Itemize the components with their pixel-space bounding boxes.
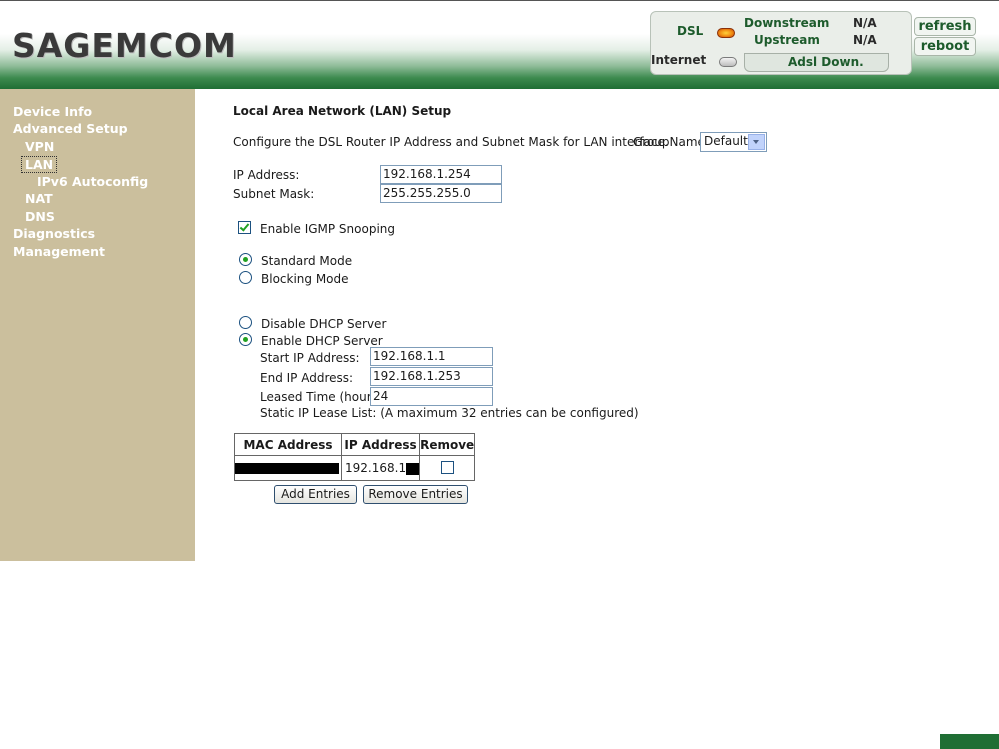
static-lease-list-label: Static IP Lease List: (A maximum 32 entr… bbox=[260, 406, 639, 420]
col-mac-address: MAC Address bbox=[234, 433, 342, 456]
line-status-text: Adsl Down. bbox=[788, 55, 864, 69]
standard-mode-radio-icon[interactable] bbox=[239, 253, 252, 266]
subnet-mask-input[interactable]: 255.255.255.0 bbox=[380, 184, 502, 203]
dsl-label: DSL bbox=[677, 24, 704, 38]
header-banner: SAGEMCOM DSL Downstream N/A Upstream N/A… bbox=[0, 0, 999, 89]
ip-address-label: IP Address: bbox=[233, 168, 300, 182]
sidebar-nav: Device Info Advanced Setup VPN LAN IPv6 … bbox=[0, 89, 195, 561]
group-name-select[interactable]: Default bbox=[700, 132, 767, 152]
nav-device-info[interactable]: Device Info bbox=[13, 104, 92, 119]
remove-checkbox-icon[interactable] bbox=[441, 461, 455, 474]
igmp-label: Enable IGMP Snooping bbox=[260, 222, 396, 236]
disable-dhcp-radio-icon[interactable] bbox=[239, 316, 252, 329]
ip-address-input[interactable]: 192.168.1.254 bbox=[380, 165, 502, 184]
enable-dhcp-radio-icon[interactable] bbox=[239, 333, 252, 346]
upstream-value: N/A bbox=[853, 33, 877, 47]
group-name-label: GroupName bbox=[633, 135, 705, 149]
remove-entries-button[interactable]: Remove Entries bbox=[363, 485, 468, 504]
group-name-value: Default bbox=[704, 134, 748, 148]
redacted-ip-icon bbox=[406, 462, 420, 475]
remove-cell bbox=[419, 455, 476, 481]
subnet-mask-label: Subnet Mask: bbox=[233, 187, 315, 201]
internet-label: Internet bbox=[651, 53, 707, 67]
enable-dhcp-label: Enable DHCP Server bbox=[261, 334, 383, 348]
end-ip-label: End IP Address: bbox=[260, 371, 354, 385]
nav-ipv6-autoconfig[interactable]: IPv6 Autoconfig bbox=[37, 174, 148, 189]
nav-dns[interactable]: DNS bbox=[25, 209, 55, 224]
end-ip-input[interactable]: 192.168.1.253 bbox=[370, 367, 493, 386]
reboot-button[interactable]: reboot bbox=[914, 37, 976, 56]
redacted-mac-icon bbox=[235, 463, 339, 474]
ip-cell-text: 192.168.1 bbox=[345, 461, 407, 475]
refresh-button[interactable]: refresh bbox=[914, 17, 976, 36]
mac-cell bbox=[234, 455, 342, 481]
static-lease-table: MAC Address IP Address Remove 192.168.1 bbox=[234, 433, 476, 481]
downstream-label: Downstream bbox=[744, 16, 830, 30]
nav-advanced-setup[interactable]: Advanced Setup bbox=[13, 121, 128, 136]
table-header-row: MAC Address IP Address Remove bbox=[234, 433, 476, 456]
igmp-checkbox-icon[interactable] bbox=[238, 221, 251, 234]
downstream-value: N/A bbox=[853, 16, 877, 30]
lease-time-input[interactable]: 24 bbox=[370, 387, 493, 406]
disable-dhcp-label: Disable DHCP Server bbox=[261, 317, 387, 331]
internet-led-icon bbox=[719, 57, 737, 67]
blocking-mode-label: Blocking Mode bbox=[261, 272, 349, 286]
nav-vpn[interactable]: VPN bbox=[25, 139, 54, 154]
page-title: Local Area Network (LAN) Setup bbox=[233, 104, 452, 118]
add-entries-button[interactable]: Add Entries bbox=[274, 485, 357, 504]
blocking-mode-radio-icon[interactable] bbox=[239, 271, 252, 284]
nav-management[interactable]: Management bbox=[13, 244, 105, 259]
standard-mode-label: Standard Mode bbox=[261, 254, 353, 268]
upstream-label: Upstream bbox=[754, 33, 820, 47]
nav-lan[interactable]: LAN bbox=[21, 156, 58, 173]
lease-time-label: Leased Time (hour): bbox=[260, 390, 381, 404]
col-ip-address: IP Address bbox=[340, 433, 421, 456]
top-border bbox=[0, 0, 999, 1]
col-remove: Remove bbox=[419, 433, 476, 456]
page-description: Configure the DSL Router IP Address and … bbox=[233, 135, 669, 149]
dropdown-arrow-icon[interactable] bbox=[748, 134, 765, 150]
brand-logo: SAGEMCOM bbox=[12, 26, 237, 65]
ip-cell: 192.168.1 bbox=[340, 455, 421, 481]
nav-nat[interactable]: NAT bbox=[25, 191, 53, 206]
start-ip-input[interactable]: 192.168.1.1 bbox=[370, 347, 493, 366]
dsl-led-icon bbox=[717, 28, 735, 38]
nav-diagnostics[interactable]: Diagnostics bbox=[13, 226, 95, 241]
start-ip-label: Start IP Address: bbox=[260, 351, 360, 365]
corner-bar bbox=[940, 734, 999, 749]
table-row: 192.168.1 bbox=[234, 455, 476, 481]
